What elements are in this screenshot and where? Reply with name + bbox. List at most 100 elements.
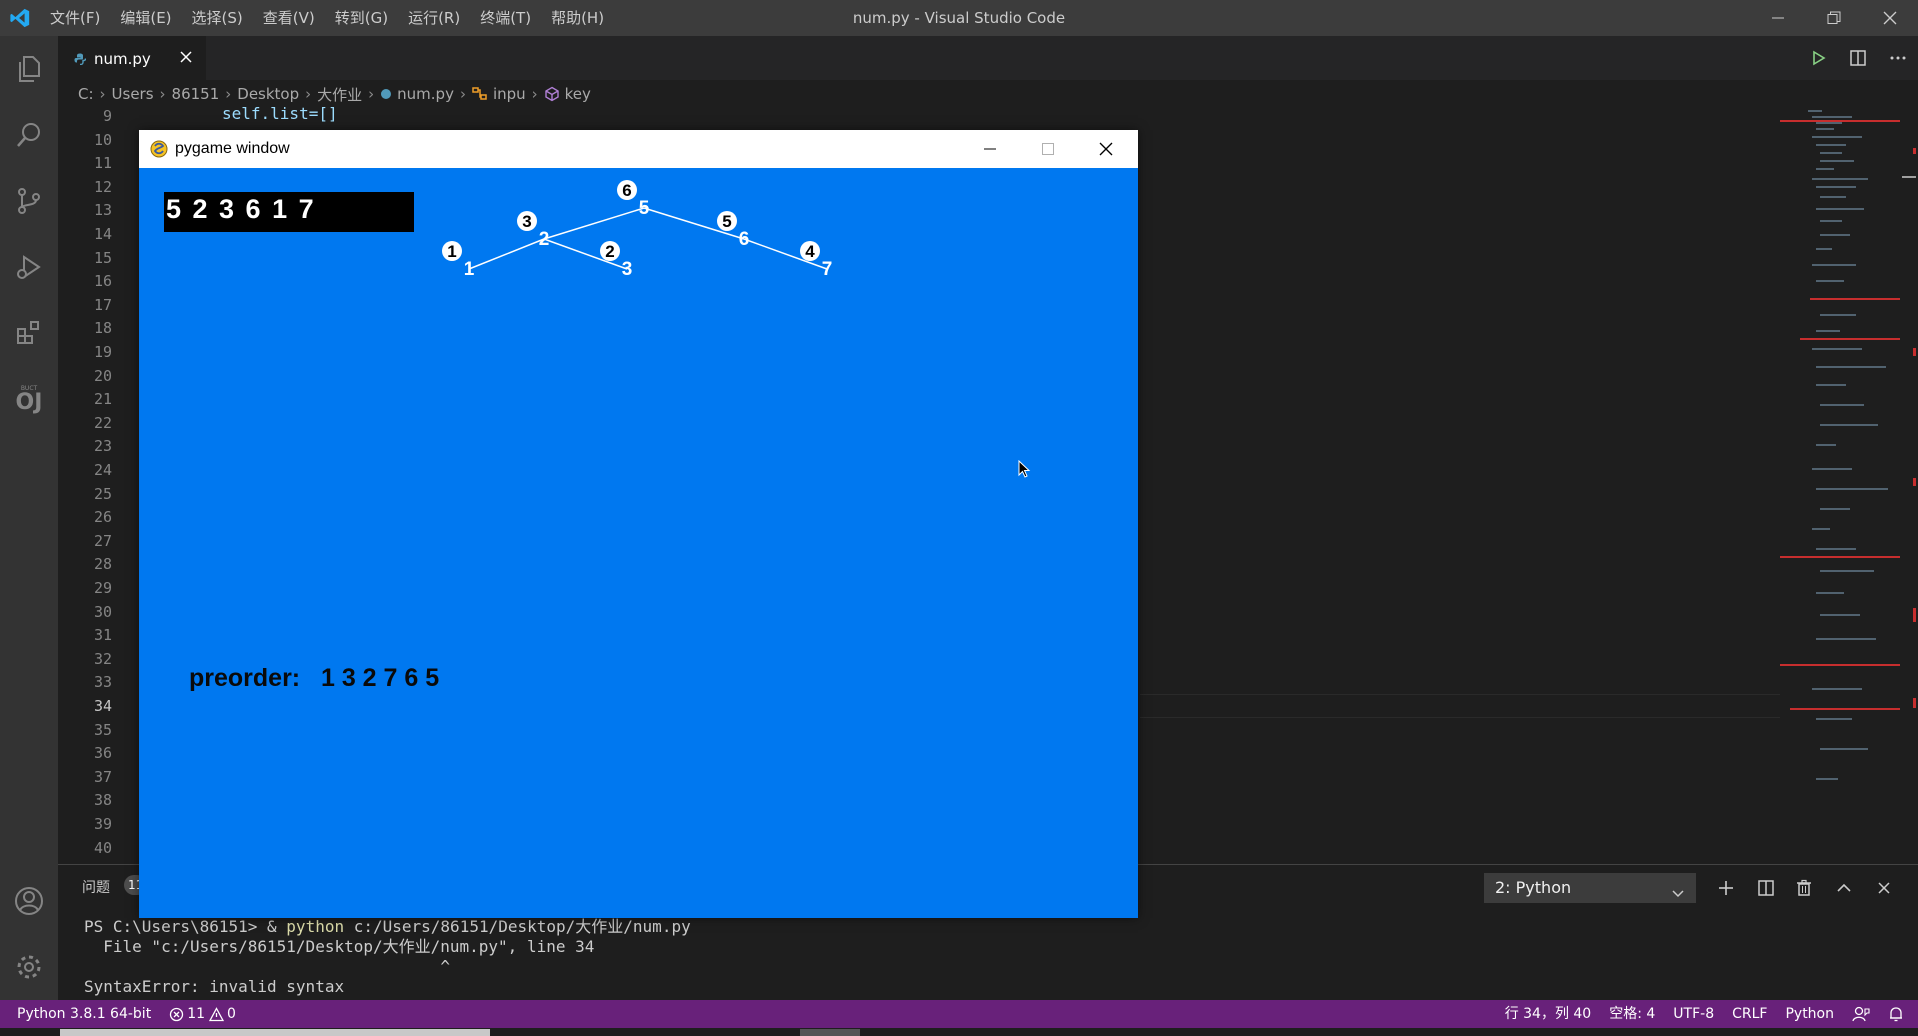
end-of-line[interactable]: CRLF [1723,1000,1776,1028]
terminal-output[interactable]: PS C:\Users\86151> & python c:/Users/861… [84,917,691,997]
method-symbol-icon [544,86,560,102]
line-number: 26 [93,508,112,527]
pygame-window-title: pygame window [175,140,290,157]
restore-button[interactable] [1806,0,1862,36]
line-number: 31 [93,626,112,645]
tree-node-badge-text: 5 [722,212,731,231]
tree-node-value: 2 [539,229,550,250]
class-symbol-icon [472,87,488,101]
tab-problems[interactable]: 问题 [82,877,110,897]
terminal-args: c:/Users/86151/Desktop/大作业/num.py [344,917,691,936]
explorer-icon[interactable] [0,40,58,98]
chevron-right-icon: › [459,85,466,103]
cursor-position[interactable]: 行 34，列 40 [1496,1000,1601,1028]
menu-terminal[interactable]: 终端(T) [470,0,541,36]
menu-run[interactable]: 运行(R) [398,0,470,36]
menu-go[interactable]: 转到(G) [325,0,398,36]
preorder-value: 1 3 2 7 6 5 [320,664,440,692]
tree-node: 65 [617,180,650,219]
close-panel-button[interactable] [1868,873,1900,903]
tree-node-badge-text: 2 [605,242,614,261]
line-number: 34 [93,697,112,715]
menu-edit[interactable]: 编辑(E) [110,0,181,36]
tab-num-py[interactable]: num.py [58,36,206,80]
split-editor-button[interactable] [1838,36,1878,80]
line-number: 28 [93,555,112,574]
account-icon[interactable] [0,872,58,930]
code-text[interactable]: self.list=[] [222,104,338,123]
menu-view[interactable]: 查看(V) [253,0,325,36]
line-number: 16 [93,272,112,291]
minimize-icon [984,148,996,150]
menu-selection[interactable]: 选择(S) [182,0,253,36]
menu-help[interactable]: 帮助(H) [541,0,614,36]
line-number: 27 [93,531,112,550]
line-number: 21 [93,390,112,409]
feedback-icon[interactable] [1843,1006,1879,1022]
line-number: 40 [93,838,112,857]
tab-bar: num.py [58,36,1918,80]
breadcrumb-item[interactable]: Users [112,85,154,103]
notifications-bell-icon[interactable] [1879,1006,1918,1022]
line-number: 13 [93,201,112,220]
more-actions-button[interactable] [1878,36,1918,80]
chevron-right-icon: › [225,85,232,103]
tab-filename: num.py [94,49,151,68]
maximize-panel-button[interactable] [1828,873,1860,903]
menu-bar: 文件(F) 编辑(E) 选择(S) 查看(V) 转到(G) 运行(R) 终端(T… [40,0,614,36]
run-python-file-button[interactable] [1798,36,1838,80]
mouse-cursor-icon [1018,460,1031,478]
source-control-icon[interactable] [0,172,58,230]
preorder-result: preorder: 1 3 2 7 6 5 [189,664,439,693]
minimap[interactable] [1780,108,1900,863]
editor-scrollbar[interactable] [1902,108,1916,863]
split-terminal-icon [1758,880,1774,896]
kill-terminal-button[interactable] [1788,873,1820,903]
python-interpreter[interactable]: Python 3.8.1 64-bit [0,1000,160,1028]
status-bar: Python 3.8.1 64-bit 11 0 行 34，列 40 空格: 4… [0,1000,1918,1028]
search-icon[interactable] [0,106,58,164]
pygame-close-button[interactable] [1077,130,1135,168]
problems-indicator[interactable]: 11 0 [160,1000,245,1028]
breadcrumb-item[interactable]: inpu [493,85,526,103]
pygame-title-bar[interactable]: pygame window [139,130,1138,168]
indentation[interactable]: 空格: 4 [1600,1000,1664,1028]
pygame-minimize-button[interactable] [961,130,1019,168]
line-number: 38 [93,791,112,810]
tab-close-icon[interactable] [178,49,194,69]
language-mode[interactable]: Python [1776,1000,1843,1028]
settings-gear-icon[interactable] [0,938,58,996]
split-terminal-button[interactable] [1750,873,1782,903]
breadcrumb-item[interactable]: num.py [397,85,454,103]
taskbar-progress-mark [60,1029,490,1036]
extensions-icon[interactable] [0,304,58,362]
minimize-button[interactable] [1750,0,1806,36]
breadcrumb-item[interactable]: 大作业 [317,84,362,105]
breadcrumb-item[interactable]: 86151 [172,85,220,103]
pygame-maximize-button[interactable] [1019,130,1077,168]
terminal-select[interactable]: 2: Python [1484,873,1696,903]
breadcrumb-item[interactable]: C: [78,85,94,103]
tree-node: 11 [442,241,475,280]
line-number: 10 [93,130,112,149]
tree-node-value: 3 [622,259,633,280]
warning-icon [209,1006,225,1021]
warning-count: 0 [227,1006,236,1022]
new-terminal-button[interactable] [1710,873,1742,903]
chevron-right-icon: › [368,85,375,103]
breadcrumb-item[interactable]: key [565,85,591,103]
close-window-button[interactable] [1862,0,1918,36]
menu-file[interactable]: 文件(F) [40,0,110,36]
run-debug-icon[interactable] [0,238,58,296]
line-number: 24 [93,461,112,479]
oj-icon[interactable]: BUCT OJ [0,370,58,428]
line-number: 36 [93,744,112,763]
tree-node: 56 [717,211,749,250]
error-icon [170,1007,184,1021]
pygame-canvas[interactable]: 5 2 3 6 1 7 653256112347 preorder: 1 3 2… [139,168,1138,918]
line-number: 14 [93,225,112,243]
tree-node-badge-text: 1 [447,242,456,261]
binary-tree-drawing: 653256112347 [442,180,832,280]
breadcrumb-item[interactable]: Desktop [237,85,299,103]
encoding[interactable]: UTF-8 [1664,1000,1723,1028]
